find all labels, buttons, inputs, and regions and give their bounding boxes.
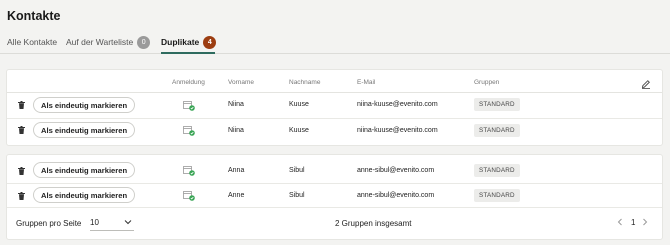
email-cell: niina-kuuse@evenito.com [357, 101, 438, 108]
firstname-cell: Niina [228, 101, 244, 108]
group-tag: STANDARD [474, 98, 520, 111]
calendar-check-icon [183, 98, 195, 111]
firstname-cell: Anne [228, 192, 245, 199]
mark-unique-button[interactable]: Als eindeutig markieren [33, 187, 136, 203]
group-tag: STANDARD [474, 124, 520, 137]
trash-icon[interactable] [18, 126, 25, 134]
tab-waitlist[interactable]: Auf der Warteliste 0 [66, 32, 151, 52]
tab-label: Alle Kontakte [7, 37, 58, 47]
email-cell: niina-kuuse@evenito.com [357, 127, 438, 134]
current-page-number: 1 [631, 218, 636, 227]
lastname-cell: Kuuse [289, 101, 309, 108]
waitlist-count-badge: 0 [137, 35, 151, 49]
tab-label: Duplikate [161, 37, 200, 47]
total-groups-label: 2 Gruppen insgesamt [335, 219, 412, 228]
column-header-firstname[interactable]: Vorname [228, 79, 254, 86]
trash-icon[interactable] [18, 192, 25, 200]
pencil-icon[interactable] [641, 76, 651, 89]
lastname-cell: Sibul [289, 192, 305, 199]
column-header-registration[interactable]: Anmeldung [172, 79, 205, 86]
row-divider [7, 118, 662, 119]
column-header-lastname[interactable]: Nachname [289, 79, 320, 86]
firstname-cell: Niina [228, 127, 244, 134]
column-header-groups[interactable]: Gruppen [474, 79, 499, 86]
trash-icon[interactable] [18, 167, 25, 175]
page-title: Kontakte [7, 9, 61, 23]
firstname-cell: Anna [228, 167, 245, 174]
calendar-check-icon [183, 188, 195, 201]
chevron-down-icon [124, 218, 132, 227]
chevron-right-icon[interactable] [642, 218, 648, 228]
chevron-left-icon[interactable] [617, 218, 623, 228]
per-page-select[interactable]: 10 [90, 215, 134, 231]
mark-unique-button[interactable]: Als eindeutig markieren [33, 97, 136, 113]
email-cell: anne-sibul@evenito.com [357, 192, 435, 199]
mark-unique-button[interactable]: Als eindeutig markieren [33, 162, 136, 178]
group-tag: STANDARD [474, 189, 520, 202]
lastname-cell: Kuuse [289, 127, 309, 134]
header-divider [7, 92, 662, 93]
tab-bar: Alle Kontakte Auf der Warteliste 0 Dupli… [0, 32, 670, 54]
column-header-email[interactable]: E-Mail [357, 79, 375, 86]
per-page-value: 10 [90, 218, 99, 227]
mark-unique-button[interactable]: Als eindeutig markieren [33, 122, 136, 138]
calendar-check-icon [183, 163, 195, 176]
row-divider [7, 183, 662, 184]
duplicates-count-badge: 4 [203, 35, 217, 49]
per-page-label: Gruppen pro Seite [16, 219, 82, 228]
group-tag: STANDARD [474, 164, 520, 177]
active-tab-underline [161, 52, 215, 54]
lastname-cell: Sibul [289, 167, 305, 174]
trash-icon[interactable] [18, 101, 25, 109]
calendar-check-icon [183, 123, 195, 136]
tab-label: Auf der Warteliste [66, 37, 134, 47]
tab-duplicates[interactable]: Duplikate 4 [161, 32, 217, 54]
tab-all-contacts[interactable]: Alle Kontakte [7, 32, 57, 52]
email-cell: anne-sibul@evenito.com [357, 167, 435, 174]
row-divider [7, 207, 662, 208]
